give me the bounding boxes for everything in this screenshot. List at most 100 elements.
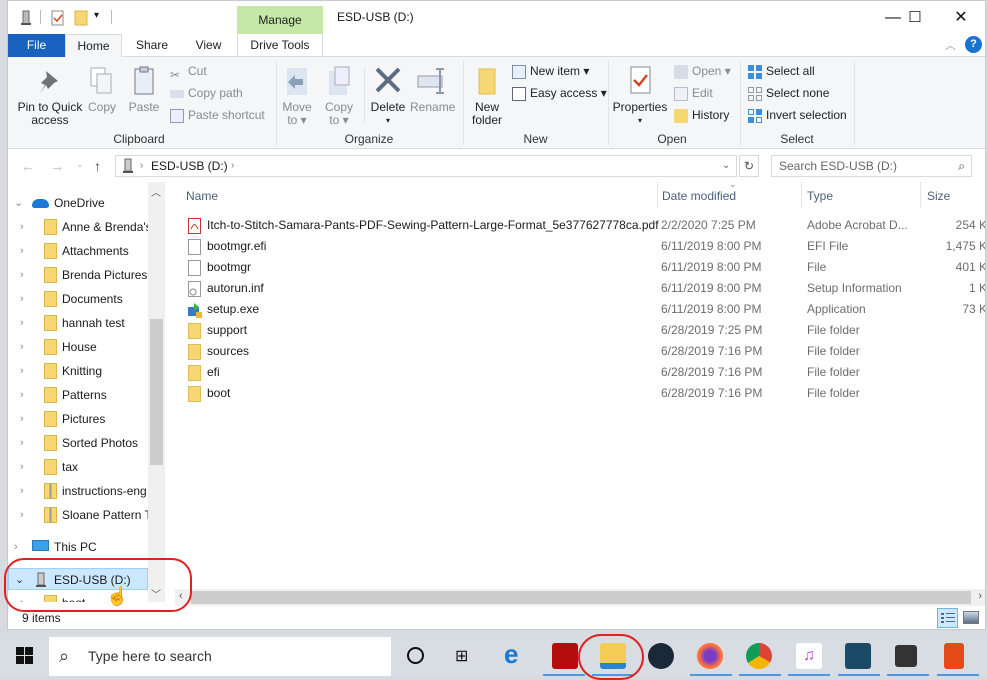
tree-item-folder[interactable]: › House <box>8 336 148 358</box>
delete-button[interactable]: Delete ▾ <box>370 65 406 127</box>
edge-icon[interactable]: e <box>504 641 518 667</box>
new-folder-quick-icon[interactable] <box>73 10 89 26</box>
task-view-icon[interactable]: ⊞ <box>455 646 468 666</box>
new-folder-button[interactable]: New folder <box>468 65 506 127</box>
chevron-right-icon[interactable]: › <box>20 384 24 406</box>
breadcrumb-esd-usb[interactable]: ESD-USB (D:) <box>151 156 228 176</box>
file-row[interactable]: support 6/28/2019 7:25 PM File folder <box>185 320 985 341</box>
cortana-icon[interactable] <box>407 647 424 664</box>
horizontal-scroll-thumb[interactable] <box>191 591 971 604</box>
copy-to-button[interactable]: Copy to ▾ <box>322 65 356 127</box>
chrome-icon[interactable] <box>746 643 772 669</box>
tab-view[interactable]: View <box>180 34 237 57</box>
chevron-right-icon[interactable]: › <box>20 480 24 502</box>
file-row[interactable]: bootmgr 6/11/2019 8:00 PM File 401 K <box>185 257 985 278</box>
tree-item-folder[interactable]: › Anne & Brenda's <box>8 216 152 238</box>
itunes-icon[interactable]: ♫ <box>796 643 822 669</box>
column-divider[interactable] <box>801 182 802 208</box>
tree-item-folder[interactable]: › Patterns <box>8 384 148 406</box>
file-row[interactable]: boot 6/28/2019 7:16 PM File folder <box>185 383 985 404</box>
paste-button[interactable]: Paste <box>126 65 162 114</box>
chevron-right-icon[interactable]: › <box>20 432 24 454</box>
copy-path-button[interactable]: Copy path <box>170 83 243 103</box>
chevron-right-icon[interactable]: › <box>20 360 24 382</box>
file-row[interactable]: sources 6/28/2019 7:16 PM File folder <box>185 341 985 362</box>
scroll-up-arrow[interactable]: ︿ <box>151 184 161 199</box>
address-bar[interactable]: › ESD-USB (D:) › ⌄ <box>115 155 737 177</box>
tab-share[interactable]: Share <box>124 34 180 57</box>
forward-button[interactable]: → <box>50 158 64 174</box>
customize-quick-access-icon[interactable]: ▾ <box>94 10 99 21</box>
tree-item-folder[interactable]: › Sorted Photos <box>8 432 148 454</box>
file-row[interactable]: bootmgr.efi 6/11/2019 8:00 PM EFI File 1,47… <box>185 236 985 257</box>
tab-home[interactable]: Home <box>65 34 122 58</box>
chevron-right-icon[interactable]: › <box>20 504 24 526</box>
column-divider[interactable] <box>920 182 921 208</box>
copy-button[interactable]: Copy <box>86 65 118 114</box>
tree-item-onedrive[interactable]: ⌄ OneDrive <box>8 192 148 214</box>
file-row[interactable]: efi 6/28/2019 7:16 PM File folder <box>185 362 985 383</box>
chevron-right-icon[interactable]: › <box>20 408 24 430</box>
chevron-right-icon[interactable]: › <box>20 240 24 262</box>
history-button[interactable]: History <box>674 105 729 125</box>
file-row[interactable]: Itch-to-Stitch-Samara-Pants-PDF-Sewing-P… <box>185 215 985 236</box>
properties-quick-icon[interactable] <box>50 10 66 26</box>
chevron-right-icon[interactable]: › <box>14 536 18 558</box>
sticky-notes-icon[interactable] <box>895 645 917 667</box>
scroll-right-arrow[interactable]: › <box>978 590 982 602</box>
tree-item-folder[interactable]: › Knitting <box>8 360 148 382</box>
chevron-right-icon[interactable]: › <box>20 456 24 478</box>
chevron-down-icon[interactable]: ⌄ <box>15 569 24 591</box>
chevron-right-icon[interactable]: › <box>20 288 24 310</box>
chevron-right-icon[interactable]: › <box>20 312 24 334</box>
scroll-down-arrow[interactable]: ﹀ <box>151 586 161 601</box>
file-row[interactable]: autorun.inf 6/11/2019 8:00 PM Setup Inform… <box>185 278 985 299</box>
tree-item-folder[interactable]: › Brenda Pictures <box>8 264 148 286</box>
refresh-button[interactable]: ↻ <box>739 155 759 177</box>
tab-file[interactable]: File <box>8 34 65 57</box>
acrobat-icon[interactable] <box>552 643 578 669</box>
help-icon[interactable]: ? <box>965 36 982 53</box>
chevron-right-icon[interactable]: › <box>20 592 24 602</box>
chevron-down-icon[interactable]: ⌄ <box>14 192 23 214</box>
column-header-date-modified[interactable]: Date modified <box>662 189 736 203</box>
steam-icon[interactable] <box>648 643 674 669</box>
details-view-button[interactable] <box>937 608 958 628</box>
select-none-button[interactable]: Select none <box>748 83 829 103</box>
tree-item-this-pc[interactable]: › This PC <box>8 536 148 558</box>
search-input[interactable]: Search ESD-USB (D:) ⌕ <box>771 155 972 177</box>
open-button[interactable]: Open ▾ <box>674 61 731 81</box>
pin-to-quick-access-button[interactable]: Pin to Quick access <box>13 65 87 127</box>
tree-item-folder[interactable]: › Documents <box>8 288 148 310</box>
column-header-size[interactable]: Size <box>927 189 950 203</box>
easy-access-button[interactable]: Easy access ▾ <box>512 83 607 103</box>
paste-shortcut-button[interactable]: Paste shortcut <box>170 105 265 125</box>
new-item-button[interactable]: New item ▾ <box>512 61 589 81</box>
close-button[interactable]: ✕ <box>938 6 984 30</box>
windows-start-icon[interactable] <box>16 647 33 667</box>
chevron-right-icon[interactable]: › <box>20 336 24 358</box>
address-dropdown-icon[interactable]: ⌄ <box>722 156 730 176</box>
manage-contextual-tab[interactable]: Manage <box>237 6 323 34</box>
tab-drive-tools[interactable]: Drive Tools <box>237 34 323 57</box>
up-button[interactable]: ↑ <box>94 158 101 174</box>
office-icon[interactable] <box>944 643 964 669</box>
scroll-left-arrow[interactable]: ‹ <box>179 590 183 602</box>
properties-dropdown-icon[interactable]: ▾ <box>611 114 669 127</box>
nav-pane-scroll-thumb[interactable] <box>150 319 163 465</box>
tree-item-folder[interactable]: › Pictures <box>8 408 148 430</box>
file-explorer-icon[interactable] <box>600 643 626 669</box>
collapse-ribbon-icon[interactable]: ︿ <box>945 37 956 53</box>
tree-item-folder[interactable]: › instructions-eng <box>8 480 148 502</box>
file-row[interactable]: setup.exe 6/11/2019 8:00 PM Application 73 … <box>185 299 985 320</box>
kindle-icon[interactable] <box>845 643 871 669</box>
recent-locations-icon[interactable]: ⌄ <box>76 159 84 170</box>
delete-dropdown-icon[interactable]: ▾ <box>370 114 406 127</box>
breadcrumb-separator[interactable]: › <box>231 156 234 176</box>
chevron-right-icon[interactable]: › <box>20 264 24 286</box>
tree-item-folder[interactable]: › Sloane Pattern Te <box>8 504 157 526</box>
column-header-type[interactable]: Type <box>807 189 833 203</box>
chevron-right-icon[interactable]: › <box>20 216 24 238</box>
maximize-button[interactable]: ☐ <box>892 6 938 30</box>
rename-button[interactable]: Rename <box>410 65 455 114</box>
